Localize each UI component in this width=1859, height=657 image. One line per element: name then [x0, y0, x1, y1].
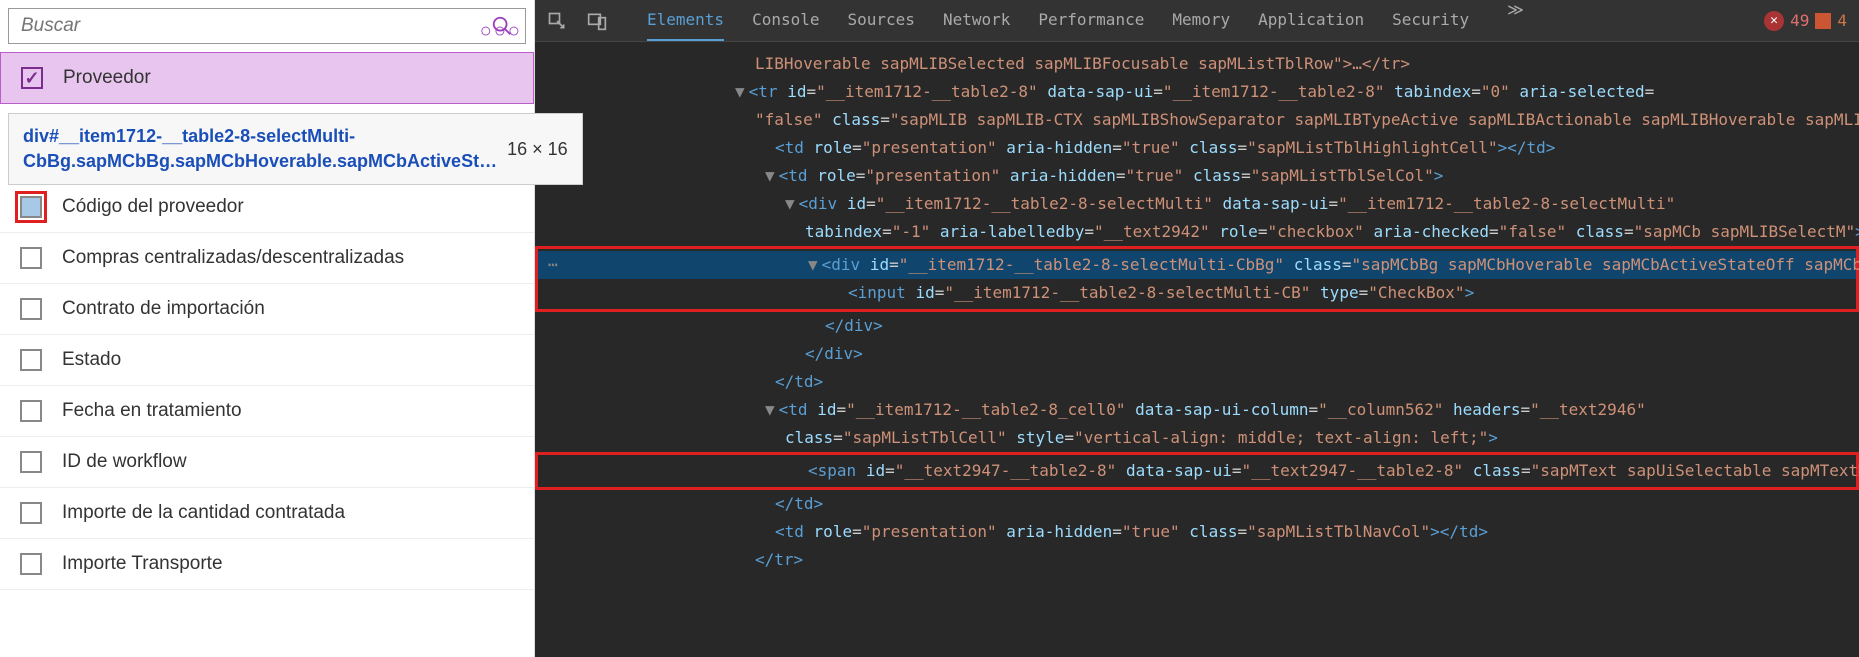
- dom-line[interactable]: </td>: [535, 490, 1859, 518]
- dom-line[interactable]: LIBHoverable sapMLIBSelected sapMLIBFocu…: [535, 50, 1859, 78]
- dom-line[interactable]: ▼<td role="presentation" aria-hidden="tr…: [535, 162, 1859, 190]
- dom-line[interactable]: <td role="presentation" aria-hidden="tru…: [535, 518, 1859, 546]
- tab-memory[interactable]: Memory: [1172, 0, 1230, 41]
- list-item-label: Fecha en tratamiento: [62, 400, 242, 422]
- devtools-tabs: Elements Console Sources Network Perform…: [647, 0, 1524, 41]
- dom-line[interactable]: </tr>: [535, 546, 1859, 574]
- tab-network[interactable]: Network: [943, 0, 1010, 41]
- tooltip-dimensions: 16 × 16: [507, 139, 568, 160]
- checkbox[interactable]: [20, 553, 42, 575]
- warn-count: 4: [1837, 11, 1847, 30]
- list-item[interactable]: Compras centralizadas/descentralizadas: [0, 233, 534, 284]
- tab-security[interactable]: Security: [1392, 0, 1469, 41]
- checkbox[interactable]: ✓: [21, 67, 43, 89]
- list-item[interactable]: Importe Transporte: [0, 539, 534, 590]
- devtools-toolbar: Elements Console Sources Network Perform…: [535, 0, 1859, 42]
- left-panel: ○○○ ✓ Proveedor div#__item1712-__table2-…: [0, 0, 535, 657]
- check-mark-icon: ✓: [24, 68, 39, 89]
- list-item-label: Importe de la cantidad contratada: [62, 502, 345, 524]
- checkbox[interactable]: [20, 349, 42, 371]
- dom-line[interactable]: ▼<div id="__item1712-__table2-8-selectMu…: [535, 190, 1859, 218]
- dom-line[interactable]: <input id="__item1712-__table2-8-selectM…: [538, 279, 1856, 307]
- tabs-overflow-icon[interactable]: ≫: [1507, 0, 1524, 41]
- element-tooltip: div#__item1712-__table2-8-selectMulti-Cb…: [8, 113, 583, 185]
- dom-line-selected[interactable]: ⋯▼<div id="__item1712-__table2-8-selectM…: [538, 251, 1856, 279]
- search-input[interactable]: [21, 15, 491, 37]
- dom-line[interactable]: </div>: [535, 340, 1859, 368]
- devtools-panel: Elements Console Sources Network Perform…: [535, 0, 1859, 657]
- dom-line[interactable]: ▼<tr id="__item1712-__table2-8" data-sap…: [535, 78, 1859, 106]
- dom-line[interactable]: <span id="__text2947-__table2-8" data-sa…: [538, 457, 1856, 485]
- tab-console[interactable]: Console: [752, 0, 819, 41]
- list-item[interactable]: Contrato de importación: [0, 284, 534, 335]
- checkbox[interactable]: [20, 451, 42, 473]
- warn-icon: [1815, 13, 1831, 29]
- list-item-label: Código del proveedor: [62, 196, 244, 218]
- tab-elements[interactable]: Elements: [647, 0, 724, 41]
- search-bar[interactable]: [8, 8, 526, 44]
- list-item[interactable]: ID de workflow: [0, 437, 534, 488]
- tab-application[interactable]: Application: [1258, 0, 1364, 41]
- more-options-icon[interactable]: ○○○: [480, 20, 522, 43]
- tab-performance[interactable]: Performance: [1038, 0, 1144, 41]
- checkbox[interactable]: [20, 247, 42, 269]
- dom-line[interactable]: tabindex="-1" aria-labelledby="__text294…: [535, 218, 1859, 246]
- inspect-icon[interactable]: [547, 11, 567, 31]
- error-indicators[interactable]: ✕ 49 4: [1764, 11, 1847, 31]
- tab-sources[interactable]: Sources: [848, 0, 915, 41]
- dom-tree[interactable]: LIBHoverable sapMLIBSelected sapMLIBFocu…: [535, 42, 1859, 657]
- list-item[interactable]: Código del proveedor: [0, 182, 534, 233]
- error-count: 49: [1790, 11, 1809, 30]
- list-item[interactable]: Estado: [0, 335, 534, 386]
- list-item[interactable]: Fecha en tratamiento: [0, 386, 534, 437]
- list-item-label: Contrato de importación: [62, 298, 265, 320]
- dom-line[interactable]: ▼<td id="__item1712-__table2-8_cell0" da…: [535, 396, 1859, 424]
- checkbox[interactable]: [20, 298, 42, 320]
- highlighted-dom-block: ⋯▼<div id="__item1712-__table2-8-selectM…: [535, 246, 1859, 312]
- list-item[interactable]: Importe de la cantidad contratada: [0, 488, 534, 539]
- checkbox[interactable]: [20, 196, 42, 218]
- list-item-label: Proveedor: [63, 67, 151, 89]
- checkbox[interactable]: [20, 400, 42, 422]
- list-item-label: Importe Transporte: [62, 553, 223, 575]
- list-item-label: Estado: [62, 349, 121, 371]
- highlighted-dom-block: <span id="__text2947-__table2-8" data-sa…: [535, 452, 1859, 490]
- device-icon[interactable]: [587, 11, 607, 31]
- error-badge-icon: ✕: [1764, 11, 1784, 31]
- list-item-label: ID de workflow: [62, 451, 187, 473]
- dom-line[interactable]: class="sapMListTblCell" style="vertical-…: [535, 424, 1859, 452]
- dom-line[interactable]: </td>: [535, 368, 1859, 396]
- dom-line[interactable]: <td role="presentation" aria-hidden="tru…: [535, 134, 1859, 162]
- list-item[interactable]: ✓ Proveedor: [0, 52, 534, 104]
- dom-line[interactable]: "false" class="sapMLIB sapMLIB-CTX sapML…: [535, 106, 1859, 134]
- dom-line[interactable]: </div>: [535, 312, 1859, 340]
- tooltip-selector: div#__item1712-__table2-8-selectMulti-Cb…: [23, 124, 497, 174]
- checkbox[interactable]: [20, 502, 42, 524]
- list-item-label: Compras centralizadas/descentralizadas: [62, 247, 404, 269]
